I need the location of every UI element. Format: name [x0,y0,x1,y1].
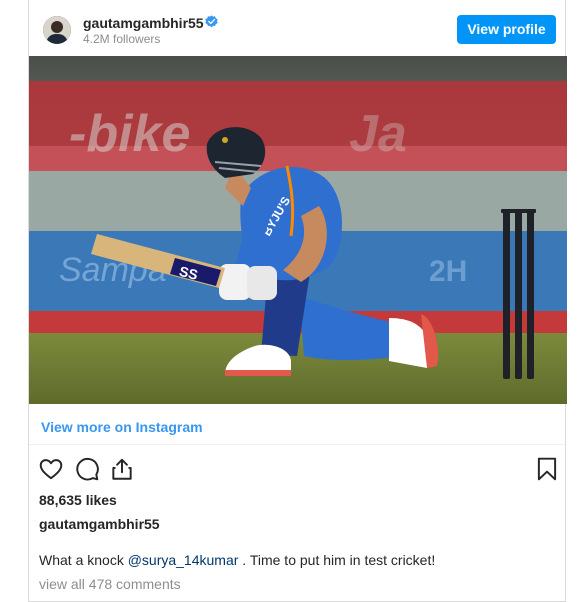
comment-icon[interactable] [74,456,100,482]
caption-username[interactable]: gautamgambhir55 [39,516,160,532]
post-header: gautamgambhir55 4.2M followers View prof… [29,0,565,56]
instagram-embed-card: gautamgambhir55 4.2M followers View prof… [28,0,567,602]
verified-badge-icon [205,15,218,28]
svg-text:-bike: -bike [69,105,190,163]
view-all-comments-link[interactable]: view all 478 comments [39,576,181,592]
svg-text:Ja: Ja [349,105,407,163]
follower-count: 4.2M followers [83,32,161,46]
divider [29,444,565,445]
caption-text-start: What a knock [39,552,128,568]
post-photo[interactable]: -bike Ja Sampa 2H BYJU'S SS [29,56,567,404]
share-icon[interactable] [109,456,135,482]
svg-text:2H: 2H [429,255,467,288]
avatar[interactable] [43,16,71,44]
post-caption: What a knock @surya_14kumar . Time to pu… [39,552,435,568]
username[interactable]: gautamgambhir55 [83,15,204,31]
view-profile-button[interactable]: View profile [457,15,556,44]
like-count[interactable]: 88,635 likes [39,492,117,508]
bookmark-icon[interactable] [534,456,560,482]
caption-mention-link[interactable]: @surya_14kumar [128,552,239,568]
view-more-on-instagram-link[interactable]: View more on Instagram [41,419,203,435]
action-bar [29,456,565,484]
heart-icon[interactable] [38,456,64,482]
caption-text-end: . Time to put him in test cricket! [238,552,436,568]
